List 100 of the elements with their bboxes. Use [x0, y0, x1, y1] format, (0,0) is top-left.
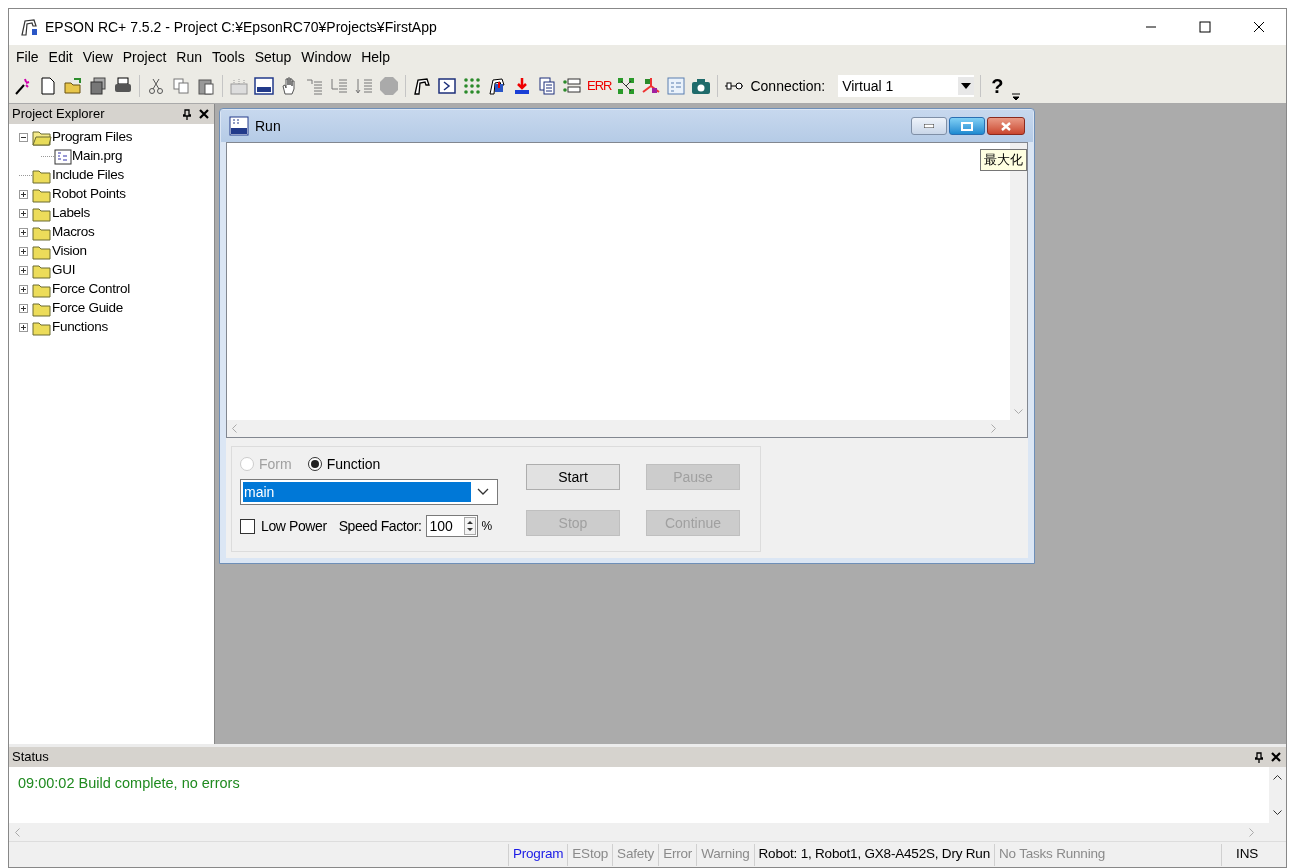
- pin-icon[interactable]: [183, 108, 191, 120]
- tree-item[interactable]: Program Files: [52, 127, 133, 148]
- menu-item[interactable]: File: [11, 46, 44, 68]
- radio-label[interactable]: Function: [326, 453, 381, 475]
- tree-item[interactable]: Main.prg: [72, 146, 123, 167]
- folder-icon: [32, 300, 52, 317]
- files-icon[interactable]: [537, 76, 557, 96]
- new-file-icon[interactable]: [38, 76, 58, 96]
- expand-icon[interactable]: [19, 247, 28, 256]
- expand-icon[interactable]: [19, 285, 28, 294]
- folder-icon: [32, 319, 52, 336]
- pin-icon[interactable]: [1255, 751, 1263, 763]
- checkbox[interactable]: [240, 518, 255, 534]
- action-button[interactable]: Start: [526, 464, 620, 490]
- axes-icon[interactable]: [641, 76, 662, 96]
- folder-icon: [32, 205, 52, 222]
- expand-icon[interactable]: [19, 266, 28, 275]
- checkbox-label[interactable]: Low Power: [261, 515, 327, 537]
- folder-icon: [32, 186, 52, 203]
- status-indicator: Robot: 1, Robot1, GX8-A452S, Dry Run: [753, 843, 994, 866]
- collapse-icon[interactable]: [19, 133, 28, 142]
- status-message: 09:00:02 Build complete, no errors: [18, 774, 241, 793]
- maximize-icon: [961, 121, 973, 131]
- scissors-icon[interactable]: [146, 76, 166, 96]
- vertical-scrollbar[interactable]: [1010, 143, 1027, 420]
- robot-app-icon: [19, 17, 39, 37]
- tree-item[interactable]: Functions: [52, 317, 108, 338]
- io-list-icon[interactable]: [562, 76, 582, 96]
- close-button[interactable]: [987, 117, 1025, 135]
- open-folder-icon[interactable]: [63, 76, 83, 96]
- tree-item[interactable]: Robot Points: [52, 184, 126, 205]
- run-window-icon[interactable]: [254, 76, 274, 96]
- expand-icon[interactable]: [19, 228, 28, 237]
- command-window-icon[interactable]: [437, 76, 457, 96]
- tree-item[interactable]: GUI: [52, 260, 76, 281]
- expand-icon[interactable]: [19, 209, 28, 218]
- status-indicator: EStop: [567, 843, 613, 866]
- scroll-down-icon[interactable]: [1273, 810, 1282, 815]
- save-all-icon[interactable]: [88, 76, 108, 96]
- robot-arm-icon[interactable]: [487, 76, 507, 96]
- menu-item[interactable]: Tools: [207, 46, 250, 68]
- run-window-icon: [229, 116, 249, 136]
- copy-icon[interactable]: [171, 76, 191, 96]
- chevron-down-icon: [477, 488, 489, 496]
- minimize-icon: [924, 124, 934, 128]
- menu-item[interactable]: View: [77, 46, 118, 68]
- dropdown-arrow-icon: [961, 83, 972, 89]
- program-file-icon: [54, 148, 72, 165]
- paste-icon[interactable]: [196, 76, 216, 96]
- dot-grid-icon[interactable]: [462, 76, 482, 96]
- folder-icon: [32, 262, 52, 279]
- connection-dropdown[interactable]: Virtual 1: [838, 75, 975, 97]
- panel-title: Project Explorer: [12, 105, 105, 124]
- status-indicator: Safety: [612, 843, 659, 866]
- folder-icon: [32, 224, 52, 241]
- window-title: Run: [255, 116, 281, 136]
- function-dropdown[interactable]: main: [240, 479, 498, 505]
- close-icon[interactable]: [199, 109, 209, 119]
- panel-title: Status: [12, 748, 49, 767]
- robot-arm-icon[interactable]: [412, 76, 432, 96]
- help-button[interactable]: ?: [987, 71, 1008, 101]
- minimize-button[interactable]: [911, 117, 947, 135]
- menu-item[interactable]: Window: [296, 46, 357, 68]
- window-title: EPSON RC+ 7.5.2 - Project C:¥EpsonRC70¥Projects¥FirstApp: [45, 17, 437, 37]
- folder-icon: [32, 167, 52, 184]
- tree-item[interactable]: Include Files: [52, 165, 124, 186]
- tooltip: 最大化: [980, 149, 1027, 171]
- expand-icon[interactable]: [19, 304, 28, 313]
- download-icon[interactable]: [512, 76, 532, 96]
- open-folder-icon: [32, 129, 52, 146]
- tree-item[interactable]: Labels: [52, 203, 90, 224]
- speed-label: Speed Factor:: [338, 516, 422, 536]
- menu-item[interactable]: Setup: [249, 46, 297, 68]
- tree-item[interactable]: Force Control: [52, 279, 130, 300]
- close-icon[interactable]: [1271, 752, 1281, 762]
- menu-item[interactable]: Project: [117, 46, 172, 68]
- radio-label: Form: [259, 454, 292, 474]
- error-log-button[interactable]: ERR: [587, 76, 612, 96]
- tree-item[interactable]: Vision: [52, 241, 87, 262]
- tree-item[interactable]: Macros: [52, 222, 95, 243]
- speed-spinner[interactable]: 100: [426, 515, 479, 537]
- status-indicator: No Tasks Running: [993, 843, 1110, 866]
- radio-button[interactable]: [307, 457, 322, 471]
- expand-icon[interactable]: [19, 323, 28, 332]
- expand-icon[interactable]: [19, 190, 28, 199]
- camera-icon[interactable]: [691, 76, 712, 96]
- tree-item[interactable]: Force Guide: [52, 298, 123, 319]
- menu-item[interactable]: Edit: [43, 46, 78, 68]
- status-indicator: Error: [658, 843, 697, 866]
- overflow-icon[interactable]: [1012, 93, 1021, 101]
- folder-icon: [32, 281, 52, 298]
- status-indicator: INS: [1221, 843, 1272, 866]
- network-icon[interactable]: [616, 76, 637, 96]
- scroll-up-icon[interactable]: [1273, 775, 1282, 780]
- spinner-arrows-icon[interactable]: [464, 517, 477, 535]
- menu-item[interactable]: Help: [356, 46, 395, 68]
- menu-item[interactable]: Run: [171, 46, 208, 68]
- unit-label: %: [481, 518, 493, 535]
- vertical-scrollbar[interactable]: [1269, 767, 1286, 823]
- maximize-button[interactable]: [949, 117, 985, 135]
